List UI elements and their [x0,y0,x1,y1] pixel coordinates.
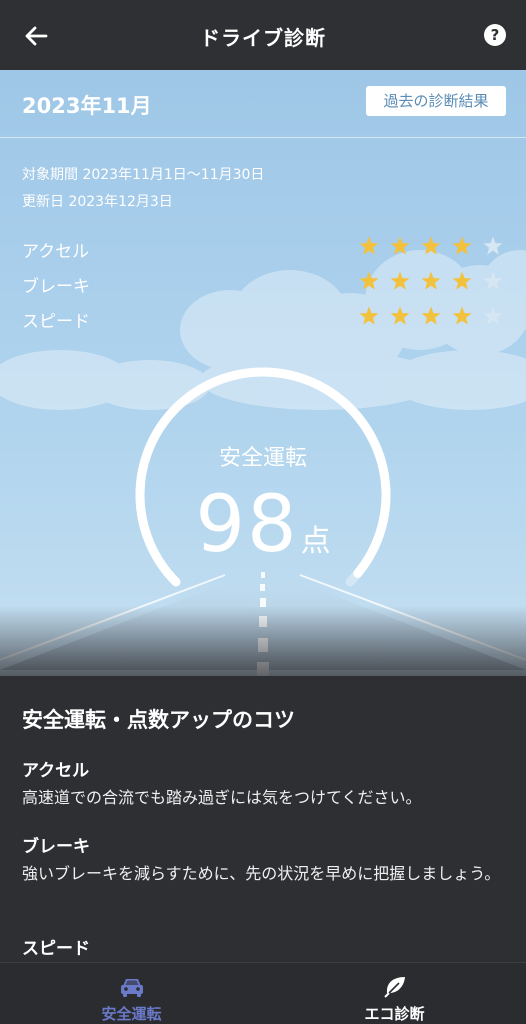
rating-row-speed: スピード [22,305,504,332]
score-value: 98 [195,480,299,570]
month-label: 2023年11月 [22,94,152,118]
rating-row-accel: アクセル [22,235,504,262]
tips-title: 安全運転・点数アップのコツ [22,708,295,732]
nav-label: エコ診断 [364,1005,425,1023]
tip-heading-accel: アクセル [22,761,90,781]
bottom-navigation: 安全運転 エコ診断 [0,962,526,1024]
star-filled-icon [421,306,441,325]
help-icon[interactable]: ? [484,24,506,46]
star-filled-icon [452,236,472,255]
gauge-label: 安全運転 [218,446,307,471]
diagnosis-hero: 2023年11月 過去の診断結果 対象期間 2023年11月1日〜11月30日 … [0,70,526,676]
star-filled-icon [390,236,410,255]
star-filled-icon [421,236,441,255]
star-rating [358,270,508,294]
rating-row-brake: ブレーキ [22,270,504,297]
star-filled-icon [359,306,379,325]
tip-heading-brake: ブレーキ [22,837,90,857]
tips-section: 安全運転・点数アップのコツ アクセル 高速道での合流でも踏み過ぎには気をつけてく… [0,676,526,962]
page-title: ドライブ診断 [200,26,326,50]
past-results-button[interactable]: 過去の診断結果 [366,86,506,116]
tip-heading-speed: スピード [22,939,90,959]
divider [0,137,526,138]
star-filled-icon [359,271,379,290]
star-rating [358,235,508,259]
star-rating [358,305,508,329]
car-icon [121,979,143,997]
leaf-icon [384,977,405,998]
star-empty-icon [483,236,503,255]
star-filled-icon [421,271,441,290]
hero-fade [0,606,526,676]
rating-label: スピード [22,312,90,332]
star-filled-icon [390,306,410,325]
star-filled-icon [452,306,472,325]
nav-tab-eco[interactable]: エコ診断 [263,963,526,1024]
star-filled-icon [452,271,472,290]
rating-label: ブレーキ [22,277,90,297]
app-bar: ドライブ診断 ? [0,0,526,70]
nav-tab-safe-driving[interactable]: 安全運転 [0,963,263,1024]
star-empty-icon [483,271,503,290]
nav-label: 安全運転 [101,1005,162,1023]
score-unit: 点 [300,524,331,559]
score-display: 98点 [0,480,526,570]
road-gauge-graphic [0,367,526,676]
period-text: 対象期間 2023年11月1日〜11月30日 [22,167,265,183]
updated-date-text: 更新日 2023年12月3日 [22,194,173,210]
tip-body-accel: 高速道での合流でも踏み過ぎには気をつけてください。 [22,788,422,807]
star-filled-icon [359,236,379,255]
star-empty-icon [483,306,503,325]
hero-header: 2023年11月 過去の診断結果 [0,70,526,138]
tip-body-brake: 強いブレーキを減らすために、先の状況を早めに把握しましょう。 [22,864,501,883]
star-filled-icon [390,271,410,290]
rating-label: アクセル [22,242,90,262]
